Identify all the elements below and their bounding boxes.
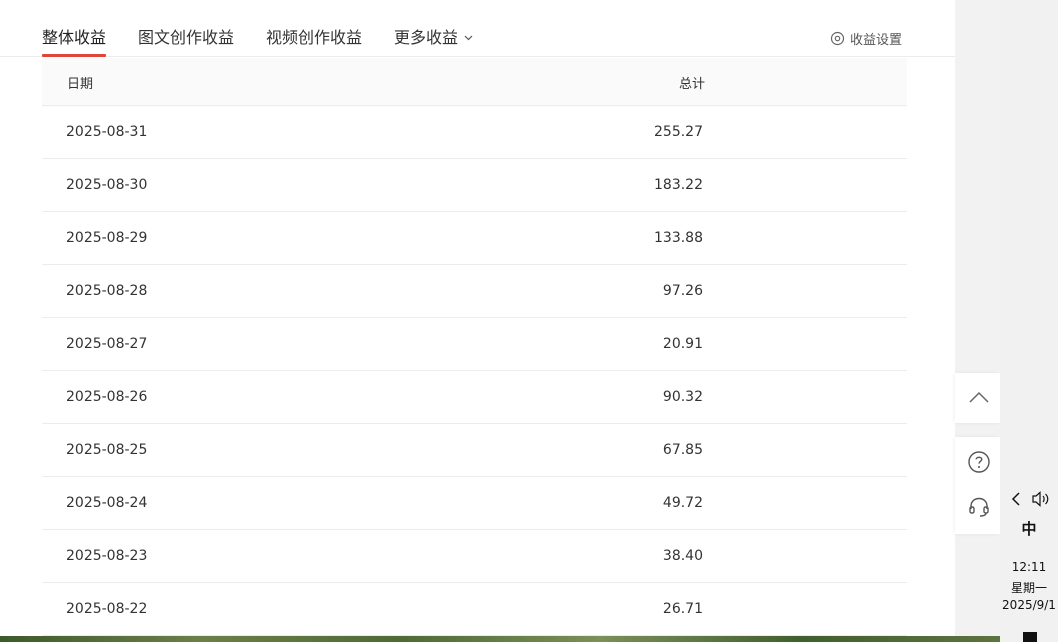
headset-icon[interactable] xyxy=(967,495,991,519)
row-date: 2025-08-30 xyxy=(66,177,148,193)
row-total: 49.72 xyxy=(662,495,703,511)
row-date: 2025-08-25 xyxy=(66,442,148,458)
desktop-wallpaper-strip xyxy=(0,636,1000,642)
column-header-date: 日期 xyxy=(67,77,94,92)
row-total: 133.88 xyxy=(654,230,703,246)
table-row: 2025-08-27 20.91 xyxy=(42,318,907,371)
notification-icon[interactable] xyxy=(1022,632,1038,642)
table-row: 2025-08-23 38.40 xyxy=(42,530,907,583)
table-row: 2025-08-24 49.72 xyxy=(42,477,907,530)
row-total: 255.27 xyxy=(654,124,703,140)
row-date: 2025-08-27 xyxy=(66,336,148,352)
tab-article-earnings[interactable]: 图文创作收益 xyxy=(138,24,234,48)
column-header-total: 总计 xyxy=(678,77,705,92)
clock-weekday[interactable]: 星期一 xyxy=(1000,579,1058,596)
back-to-top-button[interactable] xyxy=(955,373,1000,423)
ime-indicator[interactable]: 中 xyxy=(1000,518,1058,539)
row-date: 2025-08-28 xyxy=(66,283,148,299)
settings-icon xyxy=(830,31,845,46)
tab-video-earnings[interactable]: 视频创作收益 xyxy=(266,24,362,48)
tab-more-earnings[interactable]: 更多收益 xyxy=(394,24,473,48)
row-total: 67.85 xyxy=(662,442,703,458)
earnings-settings-label: 收益设置 xyxy=(850,33,903,48)
help-panel xyxy=(955,437,1000,534)
system-taskbar: 中 12:11 星期一 2025/9/1 xyxy=(1000,0,1058,642)
row-date: 2025-08-22 xyxy=(66,601,148,617)
earnings-settings-button[interactable]: 收益设置 xyxy=(830,29,902,48)
earnings-table: 日期 总计 2025-08-31 255.27 2025-08-30 183.2… xyxy=(42,58,907,636)
row-date: 2025-08-29 xyxy=(66,230,148,246)
row-total: 26.71 xyxy=(662,601,703,617)
row-date: 2025-08-31 xyxy=(66,124,148,140)
row-date: 2025-08-23 xyxy=(66,548,148,564)
volume-icon[interactable] xyxy=(1031,491,1051,507)
chevron-left-icon[interactable] xyxy=(1010,492,1022,506)
table-row: 2025-08-31 255.27 xyxy=(42,106,907,159)
table-row: 2025-08-29 133.88 xyxy=(42,212,907,265)
table-row: 2025-08-22 26.71 xyxy=(42,583,907,636)
table-row: 2025-08-28 97.26 xyxy=(42,265,907,318)
chevron-up-icon xyxy=(969,391,989,403)
row-total: 97.26 xyxy=(662,283,703,299)
row-total: 183.22 xyxy=(654,177,703,193)
active-tab-indicator xyxy=(42,54,106,57)
row-date: 2025-08-24 xyxy=(66,495,148,511)
tab-more-earnings-label: 更多收益 xyxy=(394,28,459,47)
earnings-panel: 整体收益 图文创作收益 视频创作收益 更多收益 收益设置 日期 总计 2025-… xyxy=(0,0,955,636)
tab-bar: 整体收益 图文创作收益 视频创作收益 更多收益 收益设置 xyxy=(0,0,955,57)
chevron-down-icon xyxy=(464,26,473,45)
clock-date[interactable]: 2025/9/1 xyxy=(1000,598,1058,612)
question-circle-icon[interactable] xyxy=(967,450,991,474)
table-row: 2025-08-30 183.22 xyxy=(42,159,907,212)
clock-time[interactable]: 12:11 xyxy=(1000,560,1058,574)
table-row: 2025-08-26 90.32 xyxy=(42,371,907,424)
tab-overall-earnings[interactable]: 整体收益 xyxy=(42,24,106,48)
row-total: 20.91 xyxy=(662,336,703,352)
row-total: 38.40 xyxy=(662,548,703,564)
row-total: 90.32 xyxy=(662,389,703,405)
table-row: 2025-08-25 67.85 xyxy=(42,424,907,477)
row-date: 2025-08-26 xyxy=(66,389,148,405)
table-header: 日期 总计 xyxy=(42,58,907,106)
